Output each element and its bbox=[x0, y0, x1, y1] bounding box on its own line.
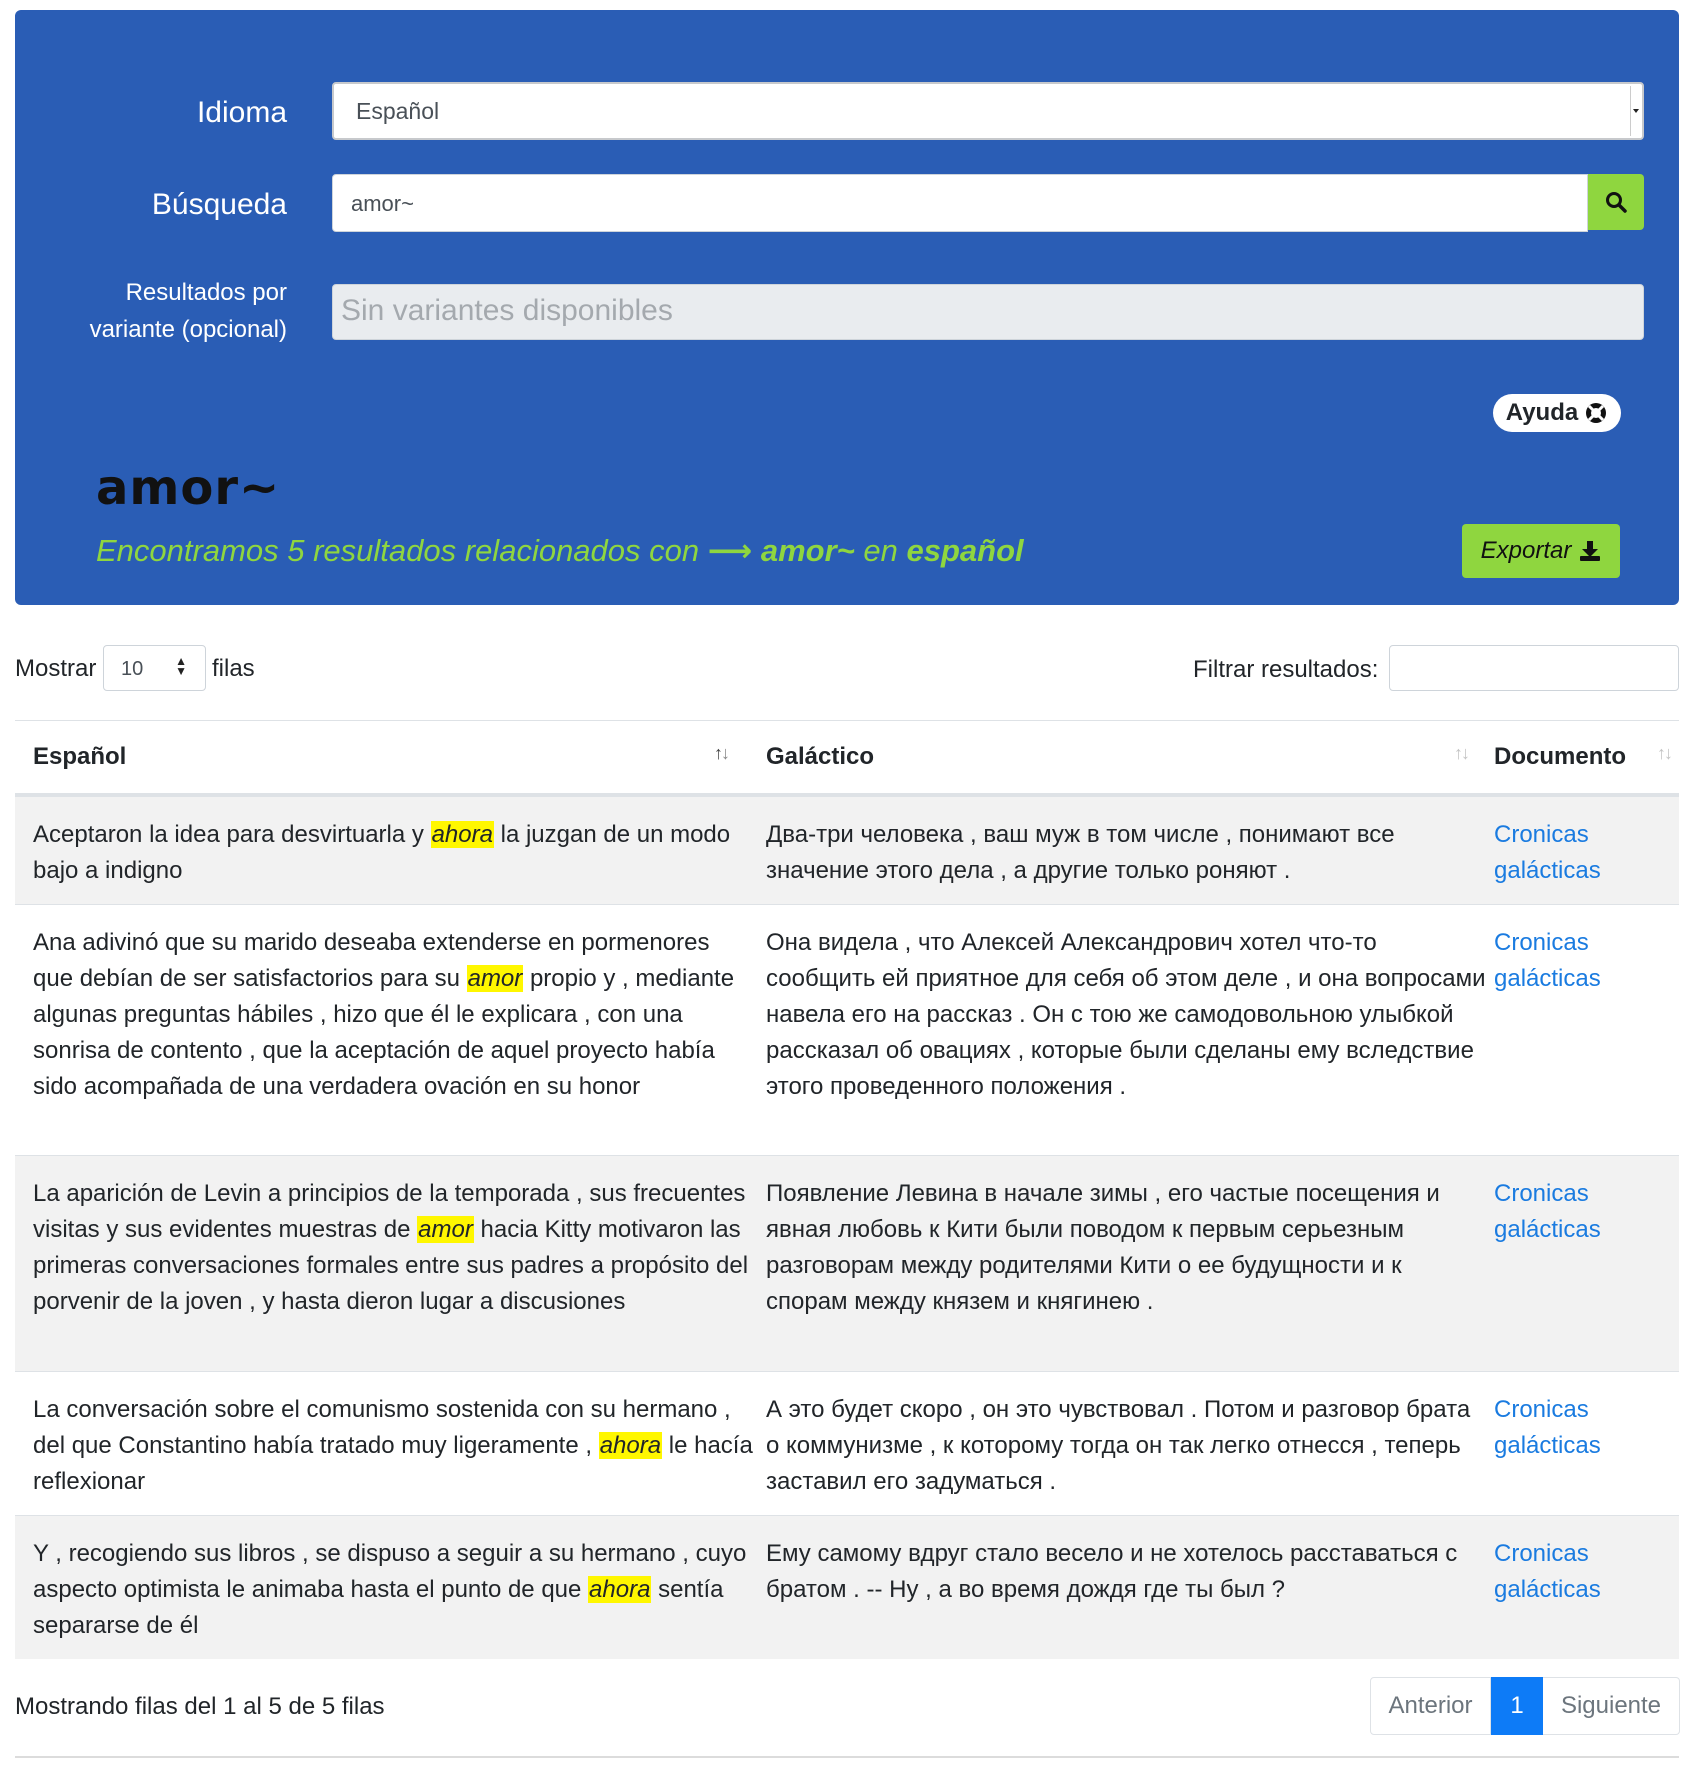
variants-label-line1: Resultados por bbox=[125, 279, 287, 306]
document-link[interactable]: Cronicas galácticas bbox=[1494, 1536, 1674, 1608]
spanish-cell: Ana adivinó que su marido deseaba extend… bbox=[33, 929, 735, 1100]
language-select[interactable]: Español bbox=[332, 82, 1644, 140]
column-header-galactic[interactable]: Galáctico bbox=[766, 743, 874, 771]
previous-page-button[interactable]: Anterior bbox=[1370, 1677, 1491, 1735]
document-link[interactable]: Cronicas galácticas bbox=[1494, 1176, 1674, 1248]
table-row: Y , recogiendo sus libros , se dispuso a… bbox=[15, 1515, 1679, 1659]
search-panel: Idioma Español Búsqueda amor~ Resultados… bbox=[15, 10, 1679, 605]
variants-label: Resultados por variante (opcional) bbox=[15, 274, 287, 348]
next-page-button[interactable]: Siguiente bbox=[1543, 1677, 1680, 1735]
galactic-cell: Появление Левина в начале зимы , его час… bbox=[766, 1180, 1440, 1315]
filter-input[interactable] bbox=[1389, 645, 1679, 691]
select-caret-icon bbox=[1630, 86, 1640, 136]
arrow-icon: ⟶ bbox=[707, 533, 753, 568]
column-header-spanish[interactable]: Español bbox=[33, 743, 126, 771]
summary-term: amor~ bbox=[760, 533, 855, 568]
rows-per-page-select[interactable]: 10 ▲ ▼ bbox=[103, 645, 206, 691]
results-table: Español ↑↓ Galáctico ↑↓ Documento ↑↓ Ace… bbox=[15, 720, 1679, 1659]
rows-suffix-label: filas bbox=[212, 655, 255, 682]
language-label: Idioma bbox=[196, 96, 287, 129]
table-row: Ana adivinó que su marido deseaba extend… bbox=[15, 904, 1679, 1155]
sort-asc-icon[interactable]: ↑↓ bbox=[714, 743, 730, 764]
spanish-cell: Y , recogiendo sus libros , se dispuso a… bbox=[33, 1540, 747, 1639]
summary-language: español bbox=[906, 533, 1024, 568]
summary-prefix: Encontramos 5 resultados relacionados co… bbox=[96, 533, 700, 568]
language-select-value: Español bbox=[356, 98, 440, 124]
results-summary: Encontramos 5 resultados relacionados co… bbox=[96, 533, 1024, 569]
spanish-cell: La aparición de Levin a principios de la… bbox=[33, 1180, 749, 1315]
search-button[interactable] bbox=[1588, 174, 1644, 230]
export-label: Exportar bbox=[1480, 537, 1572, 564]
document-link[interactable]: Cronicas galácticas bbox=[1494, 1392, 1674, 1464]
highlight: ahora bbox=[598, 1432, 663, 1459]
search-icon bbox=[1606, 192, 1627, 213]
pagination: Anterior 1 Siguiente bbox=[1370, 1677, 1680, 1735]
highlight: amor bbox=[417, 1216, 474, 1243]
spanish-cell: La conversación sobre el comunismo soste… bbox=[33, 1396, 753, 1495]
galactic-cell: Она видела , что Алексей Александрович х… bbox=[766, 929, 1486, 1100]
sort-icon[interactable]: ↑↓ bbox=[1454, 743, 1470, 764]
variants-label-line2: variante (opcional) bbox=[89, 316, 287, 343]
galactic-cell: А это будет скоро , он это чувствовал . … bbox=[766, 1396, 1471, 1495]
highlight: ahora bbox=[430, 821, 494, 848]
lifebuoy-icon bbox=[1586, 403, 1607, 423]
divider bbox=[15, 1756, 1679, 1758]
column-header-document[interactable]: Documento bbox=[1494, 743, 1626, 771]
galactic-cell: Ему самому вдруг стало весело и не хотел… bbox=[766, 1540, 1458, 1603]
table-info: Mostrando filas del 1 al 5 de 5 filas bbox=[15, 1693, 385, 1720]
rows-per-page-value: 10 bbox=[121, 658, 144, 680]
show-label: Mostrar bbox=[15, 655, 97, 682]
document-link[interactable]: Cronicas galácticas bbox=[1494, 925, 1674, 997]
export-button[interactable]: Exportar bbox=[1462, 524, 1620, 578]
highlight: amor bbox=[466, 965, 524, 992]
sort-icon[interactable]: ↑↓ bbox=[1657, 743, 1673, 764]
table-header: Español ↑↓ Galáctico ↑↓ Documento ↑↓ bbox=[15, 720, 1679, 796]
galactic-cell: Два-три человека , ваш муж в том числе ,… bbox=[766, 821, 1395, 884]
page-1-button[interactable]: 1 bbox=[1491, 1677, 1543, 1735]
summary-mid: en bbox=[863, 533, 898, 568]
spanish-cell: Aceptaron la idea para desvirtuarla y ah… bbox=[33, 821, 731, 884]
highlight: ahora bbox=[588, 1576, 652, 1603]
table-row: Aceptaron la idea para desvirtuarla y ah… bbox=[15, 796, 1679, 904]
variants-input[interactable]: Sin variantes disponibles bbox=[332, 284, 1644, 340]
table-row: La conversación sobre el comunismo soste… bbox=[15, 1371, 1679, 1515]
query-label: Búsqueda bbox=[151, 188, 287, 221]
table-row: La aparición de Levin a principios de la… bbox=[15, 1155, 1679, 1371]
download-icon bbox=[1580, 541, 1601, 561]
document-link[interactable]: Cronicas galácticas bbox=[1494, 817, 1674, 889]
search-input[interactable]: amor~ bbox=[332, 174, 1588, 232]
results-title: amor~ bbox=[96, 460, 281, 516]
help-button[interactable]: Ayuda bbox=[1493, 394, 1621, 432]
sort-updown-icon: ▲ ▼ bbox=[175, 654, 187, 678]
help-label: Ayuda bbox=[1505, 399, 1579, 426]
filter-label: Filtrar resultados: bbox=[1193, 656, 1379, 683]
